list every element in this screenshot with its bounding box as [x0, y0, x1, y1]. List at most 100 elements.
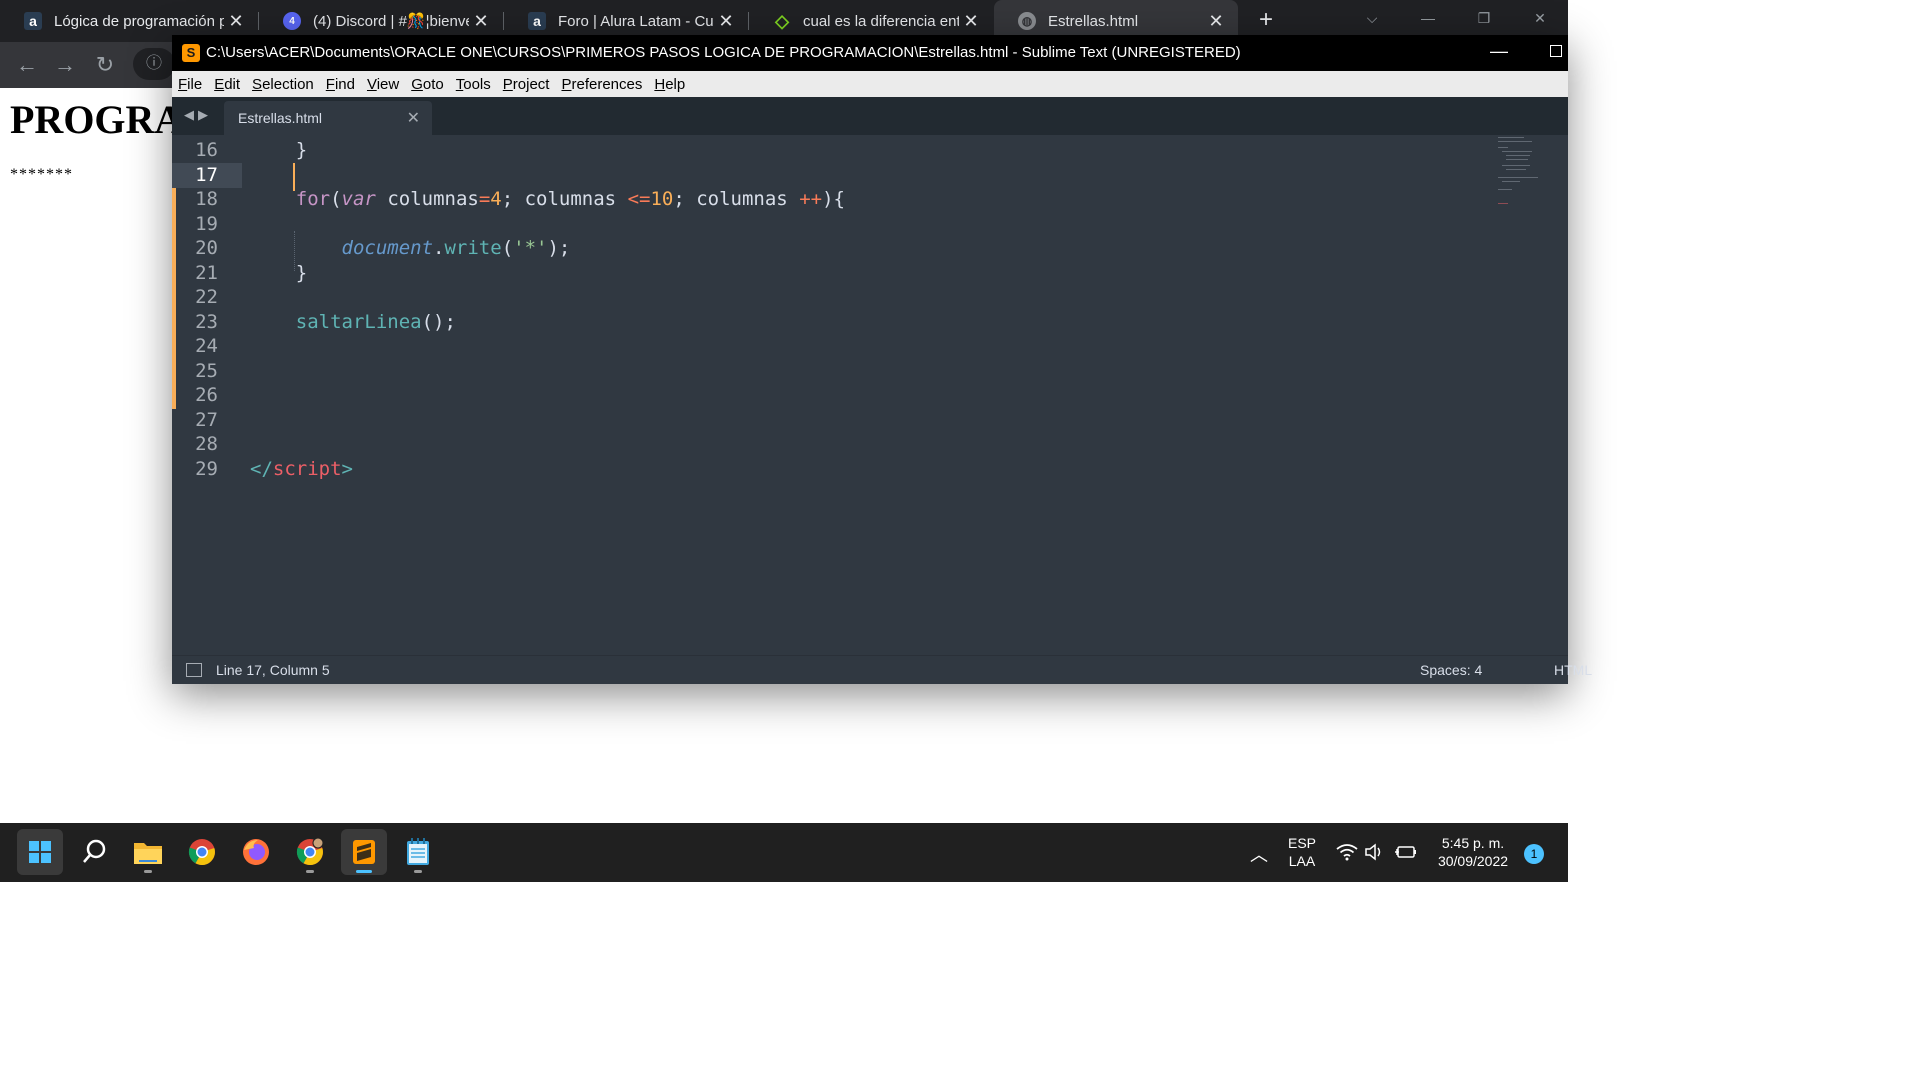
menu-project[interactable]: Project: [503, 76, 550, 93]
diamond-icon: ◇: [775, 10, 789, 31]
close-window-icon[interactable]: ✕: [1512, 0, 1568, 36]
page-stars-output: *******: [10, 166, 73, 183]
code-line: 27: [172, 408, 1492, 433]
editor-tab-estrellas[interactable]: Estrellas.html ✕: [224, 101, 432, 135]
site-info-icon[interactable]: ⓘ: [133, 48, 175, 80]
line-number: 16: [195, 139, 218, 161]
file-explorer-icon[interactable]: [125, 829, 171, 875]
code-line: 29 </script>: [172, 457, 1492, 482]
running-indicator: [306, 870, 314, 873]
line-number: 23: [195, 311, 218, 333]
line-number: 25: [195, 360, 218, 382]
code-line: 19: [172, 212, 1492, 237]
tab-title: Estrellas.html: [1048, 12, 1139, 30]
code-line: 18 for(var columnas=4; columnas <=10; co…: [172, 187, 1492, 212]
line-number: 21: [195, 262, 218, 284]
firefox-icon[interactable]: [233, 829, 279, 875]
line-number: 26: [195, 384, 218, 406]
window-title: C:\Users\ACER\Documents\ORACLE ONE\CURSO…: [206, 44, 1241, 61]
close-tab-icon[interactable]: ✕: [714, 11, 738, 32]
clock-date: 30/09/2022: [1437, 853, 1509, 869]
discord-icon: 4: [283, 12, 301, 30]
tab-nav-arrows-icon[interactable]: ◀▶: [184, 107, 212, 123]
notepad-icon[interactable]: [395, 829, 441, 875]
line-number: 24: [195, 335, 218, 357]
battery-charging-icon[interactable]: [1394, 843, 1418, 902]
show-hidden-icons-icon[interactable]: ︿: [1250, 841, 1268, 865]
menu-tools[interactable]: Tools: [456, 76, 491, 93]
minimap[interactable]: [1494, 135, 1568, 215]
line-number: 20: [195, 237, 218, 259]
forward-icon[interactable]: →: [50, 50, 80, 80]
menu-view[interactable]: View: [367, 76, 399, 93]
tab-title: Lógica de programación p: [54, 12, 224, 30]
code-line: 23 saltarLinea();: [172, 310, 1492, 335]
menu-file[interactable]: File: [178, 76, 202, 93]
code-text: }: [250, 139, 308, 161]
line-number: 19: [195, 213, 218, 235]
code-line: 20 document.write('*');: [172, 236, 1492, 261]
menu-goto[interactable]: Goto: [411, 76, 444, 93]
code-text: for(var columnas=4; columnas <=10; colum…: [295, 188, 845, 210]
running-indicator: [144, 870, 152, 873]
syntax-setting[interactable]: HTML: [1554, 662, 1592, 678]
back-icon[interactable]: ←: [12, 50, 42, 80]
menu-bar: File Edit Selection Find View Goto Tools…: [172, 71, 1568, 97]
globe-icon: ◍: [1018, 12, 1036, 30]
code-line: 26: [172, 383, 1492, 408]
close-tab-icon[interactable]: ✕: [469, 11, 493, 32]
close-icon[interactable]: ✕: [407, 108, 420, 128]
code-text: document.write('*');: [341, 237, 571, 259]
reload-icon[interactable]: ↻: [90, 50, 120, 80]
restore-icon[interactable]: ❐: [1456, 0, 1512, 36]
chrome-profile-icon[interactable]: [287, 829, 333, 875]
menu-preferences[interactable]: Preferences: [561, 76, 642, 93]
tab-search-icon[interactable]: ⌵: [1344, 0, 1400, 36]
wifi-icon[interactable]: [1336, 843, 1358, 902]
tab-title: (4) Discord | #🎊¦bienven: [313, 13, 469, 30]
code-text: saltarLinea();: [295, 311, 456, 333]
language-code: ESP: [1287, 835, 1316, 851]
code-line: 21 }: [172, 261, 1492, 286]
close-tab-icon[interactable]: ✕: [224, 11, 248, 32]
maximize-icon[interactable]: [1550, 45, 1562, 57]
language-indicator[interactable]: ESP LAA: [1286, 823, 1318, 882]
tab-title: cual es la diferencia entre: [803, 12, 959, 30]
toggle-panel-icon[interactable]: [186, 663, 202, 677]
sublime-text-icon[interactable]: [341, 829, 387, 875]
menu-selection[interactable]: Selection: [252, 76, 314, 93]
cursor-position[interactable]: Line 17, Column 5: [216, 662, 330, 678]
chrome-icon[interactable]: [179, 829, 225, 875]
search-icon[interactable]: [71, 829, 117, 875]
menu-help[interactable]: Help: [654, 76, 685, 93]
status-bar: Line 17, Column 5 Spaces: 4 HTML: [172, 655, 1592, 684]
new-tab-button[interactable]: +: [1252, 6, 1280, 34]
code-line: 16 }: [172, 138, 1492, 163]
clock[interactable]: 5:45 p. m. 30/09/2022: [1428, 823, 1518, 882]
sublime-window: S C:\Users\ACER\Documents\ORACLE ONE\CUR…: [172, 35, 1592, 684]
line-number-current: 17: [172, 163, 242, 188]
code-text: </script>: [250, 458, 353, 480]
close-tab-icon[interactable]: ✕: [1204, 11, 1228, 32]
tab-title: Foro | Alura Latam - Curso: [558, 12, 714, 30]
minimize-icon[interactable]: —: [1400, 0, 1456, 36]
alura-icon: a: [24, 12, 42, 30]
code-editor[interactable]: 16 } 17 18 for(var columnas=4; columnas …: [172, 135, 1568, 655]
line-number: 29: [195, 458, 218, 480]
minimize-icon[interactable]: —: [1490, 41, 1508, 62]
browser-window-controls: ⌵ — ❐ ✕: [1344, 0, 1568, 36]
indentation-setting[interactable]: Spaces: 4: [1420, 662, 1482, 678]
sublime-title-bar: S C:\Users\ACER\Documents\ORACLE ONE\CUR…: [172, 35, 1568, 71]
line-number: 27: [195, 409, 218, 431]
taskbar: ︿ ESP LAA 5:45 p. m. 30/09/2022: [0, 823, 1568, 882]
menu-find[interactable]: Find: [326, 76, 355, 93]
start-icon[interactable]: [17, 829, 63, 875]
editor-tab-bar: ◀▶ Estrellas.html ✕: [172, 97, 1568, 135]
line-number: 28: [195, 433, 218, 455]
code-line: 28: [172, 432, 1492, 457]
volume-icon[interactable]: [1364, 843, 1386, 902]
close-tab-icon[interactable]: ✕: [959, 11, 983, 32]
clock-time: 5:45 p. m.: [1441, 835, 1505, 851]
menu-edit[interactable]: Edit: [214, 76, 240, 93]
notification-badge[interactable]: 1: [1524, 844, 1544, 864]
